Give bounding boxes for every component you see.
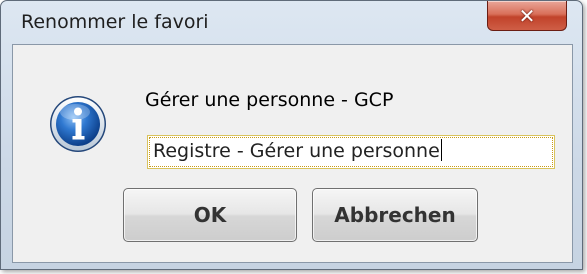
bookmark-name-input[interactable]: Registre - Gérer une personne	[147, 135, 555, 169]
title-bar[interactable]: Renommer le favori ✕	[1, 1, 582, 43]
cancel-button[interactable]: Abbrechen	[312, 188, 478, 242]
bookmark-name-value: Registre - Gérer une personne	[153, 140, 440, 162]
dialog-content: Gérer une personne - GCP Registre - Gére…	[12, 44, 573, 263]
ok-button[interactable]: OK	[123, 188, 297, 242]
bookmark-subject-label: Gérer une personne - GCP	[145, 89, 394, 111]
close-icon: ✕	[518, 3, 536, 28]
window-title: Renommer le favori	[21, 11, 209, 33]
close-button[interactable]: ✕	[487, 1, 567, 31]
text-caret	[440, 139, 442, 161]
info-icon	[50, 96, 106, 152]
dialog-window: Renommer le favori ✕ Gérer une personne …	[0, 0, 583, 270]
